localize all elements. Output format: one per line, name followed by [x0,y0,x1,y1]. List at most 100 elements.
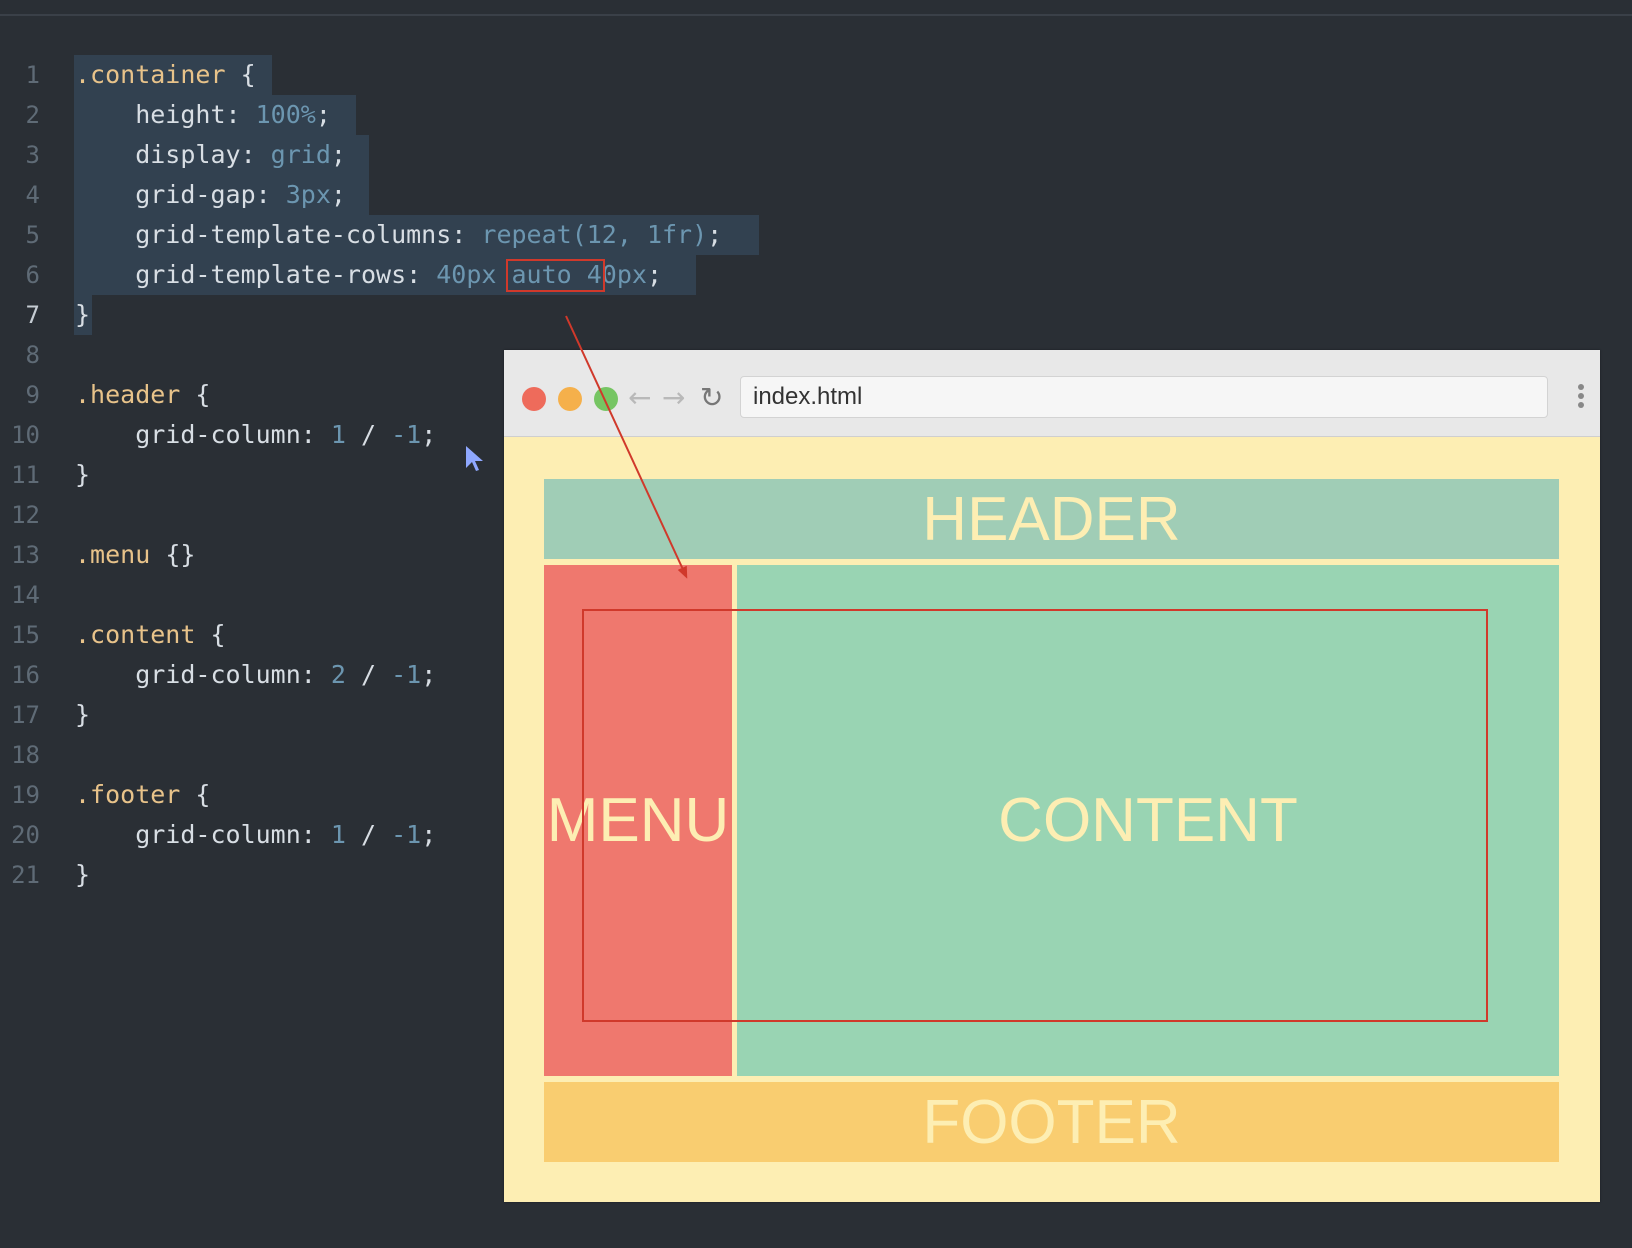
code-token: 1 [330,420,346,449]
menu-region: MENU [544,565,732,1076]
code-token: grid-gap: [75,180,286,209]
line-number: 12 [11,501,40,529]
code-token: {} [150,540,196,569]
code-token: 1 [330,820,346,849]
header-label: HEADER [922,484,1181,554]
code-token: { [195,620,226,649]
code-text: height: 100%; [75,95,331,135]
content-region: CONTENT [737,565,1559,1076]
code-token: } [75,300,91,329]
line-number: 7 [25,301,40,329]
code-text: } [75,455,90,495]
code-token: grid-template-columns: [75,220,482,249]
line-number: 20 [11,821,40,849]
mouse-cursor-icon [466,446,483,471]
code-token: / [345,660,392,689]
footer-label: FOOTER [922,1087,1181,1157]
code-line[interactable]: 7} [0,295,1632,335]
line-number: 16 [11,661,40,689]
line-number: 10 [11,421,40,449]
line-number: 18 [11,741,40,769]
code-token: grid-column: [75,660,331,689]
line-number: 2 [25,101,40,129]
code-token: ; [330,180,346,209]
code-token: } [75,860,91,889]
line-number: 8 [25,341,40,369]
browser-window: ← → ↻ index.html HEADER MENU CONTENT FOO… [504,350,1600,1202]
code-token: } [75,700,91,729]
code-text: .footer { [75,775,210,815]
code-token: ; [421,420,437,449]
code-token: display: [75,140,271,169]
code-token: / [345,820,392,849]
reload-icon[interactable]: ↻ [700,381,723,415]
code-token: / [345,420,392,449]
code-token: grid-column: [75,820,331,849]
line-number: 6 [25,261,40,289]
code-token: .menu [75,540,151,569]
minimize-window-button[interactable] [558,387,582,411]
code-token: ; [330,140,346,169]
line-number: 21 [11,861,40,889]
code-token: { [225,60,256,89]
header-region: HEADER [544,479,1559,559]
code-token: grid [270,140,331,169]
code-text: display: grid; [75,135,346,175]
code-line[interactable]: 5 grid-template-columns: repeat(12, 1fr)… [0,215,1632,255]
code-text: grid-column: 1 / -1; [75,415,436,455]
code-text: grid-template-columns: repeat(12, 1fr); [75,215,722,255]
code-text: } [75,295,90,335]
code-token: .container [75,60,226,89]
code-token: 3px [285,180,331,209]
code-text: .container { [75,55,256,95]
code-line[interactable]: 2 height: 100%; [0,95,1632,135]
auto-keyword-highlight [506,259,605,292]
browser-toolbar: ← → ↻ index.html [504,350,1600,437]
code-token: { [180,380,211,409]
code-token: ; [646,260,663,289]
code-token: ; [421,820,437,849]
code-text: grid-column: 2 / -1; [75,655,436,695]
code-token: 100% [255,100,316,129]
maximize-window-button[interactable] [594,387,618,411]
code-text: .menu {} [75,535,195,575]
back-arrow-icon[interactable]: ← [628,381,651,415]
editor-top-border [0,14,1632,16]
code-token: ; [707,220,723,249]
code-line[interactable]: 3 display: grid; [0,135,1632,175]
line-number: 5 [25,221,40,249]
code-token: .footer [75,780,181,809]
code-token: grid-template-rows: [75,260,437,289]
code-text: .content { [75,615,226,655]
line-number: 15 [11,621,40,649]
code-text: } [75,855,90,895]
line-number: 19 [11,781,40,809]
code-line[interactable]: 4 grid-gap: 3px; [0,175,1632,215]
code-token: { [180,780,211,809]
url-text: index.html [753,383,863,410]
browser-menu-icon[interactable] [1578,384,1586,411]
code-text: .header { [75,375,210,415]
code-token: repeat(12, 1fr) [481,220,708,249]
forward-arrow-icon[interactable]: → [662,381,685,415]
code-text: } [75,695,90,735]
code-line[interactable]: 1 .container { [0,55,1632,95]
code-token: -1 [391,420,422,449]
close-window-button[interactable] [522,387,546,411]
code-text: grid-gap: 3px; [75,175,346,215]
code-line[interactable]: 6 grid-template-rows: 40px auto 40px; [0,255,1632,295]
code-token: -1 [391,820,422,849]
code-token: .content [75,620,196,649]
code-token: height: [75,100,256,129]
code-token: grid-column: [75,420,331,449]
code-token: .header [75,380,181,409]
code-token: ; [421,660,437,689]
line-number: 14 [11,581,40,609]
line-number: 13 [11,541,40,569]
line-number: 11 [11,461,40,489]
line-number: 17 [11,701,40,729]
address-bar[interactable]: index.html [740,376,1548,418]
menu-label: MENU [546,786,730,855]
code-token: -1 [391,660,422,689]
line-number: 9 [25,381,40,409]
